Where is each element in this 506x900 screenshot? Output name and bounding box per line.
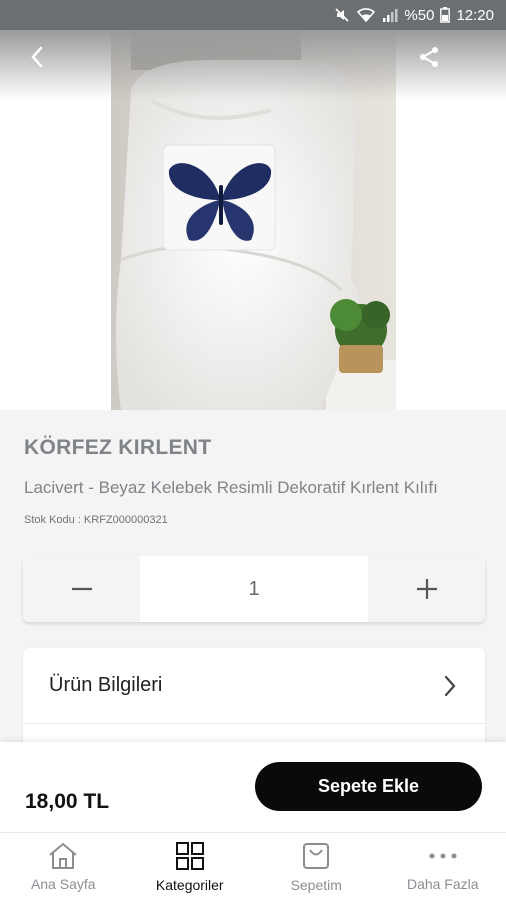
battery-percent: %50 [404,6,435,24]
minus-icon [71,587,92,591]
grid-icon [175,841,204,870]
nav-cart-label: Sepetim [290,876,342,893]
clock: 12:20 [456,6,494,24]
product-title: Lacivert - Beyaz Kelebek Resimli Dekorat… [24,478,438,497]
bag-icon [303,842,330,869]
product-image-area [0,30,506,410]
chevron-left-icon [31,46,43,68]
nav-categories[interactable]: Kategoriler [127,833,254,900]
nav-more[interactable]: Daha Fazla [380,833,506,900]
mute-icon [334,7,350,23]
nav-home[interactable]: Ana Sayfa [0,833,127,900]
nav-home-label: Ana Sayfa [30,875,96,892]
product-info-row[interactable]: Ürün Bilgileri [23,648,485,724]
wifi-icon [356,7,376,23]
more-icon [429,853,457,858]
signal-icon [382,7,398,23]
brand-name: KÖRFEZ KIRLENT [24,436,212,459]
nav-categories-label: Kategoriler [155,876,224,893]
bottom-nav: Ana Sayfa Kategoriler Sepetim Daha Fazla [0,832,506,900]
home-icon [49,842,77,869]
increase-quantity-button[interactable] [368,556,485,622]
battery-icon [440,7,451,23]
plus-icon [416,579,437,599]
nav-more-label: Daha Fazla [406,875,479,892]
back-button[interactable] [22,42,52,72]
nav-cart[interactable]: Sepetim [253,833,380,900]
share-button[interactable] [414,42,444,72]
quantity-stepper: 1 [23,556,485,622]
product-info-label: Ürün Bilgileri [49,674,163,696]
cart-bar: 18,00 TL Sepete Ekle [0,742,506,832]
status-bar: %50 12:20 [0,0,506,30]
decrease-quantity-button[interactable] [23,556,140,622]
share-icon [420,47,438,67]
price: 18,00 TL [25,790,110,813]
chevron-right-icon [444,675,456,696]
quantity-value[interactable]: 1 [140,556,368,622]
add-to-cart-button[interactable]: Sepete Ekle [255,762,482,811]
stock-code: Stok Kodu : KRFZ000000321 [24,514,168,526]
